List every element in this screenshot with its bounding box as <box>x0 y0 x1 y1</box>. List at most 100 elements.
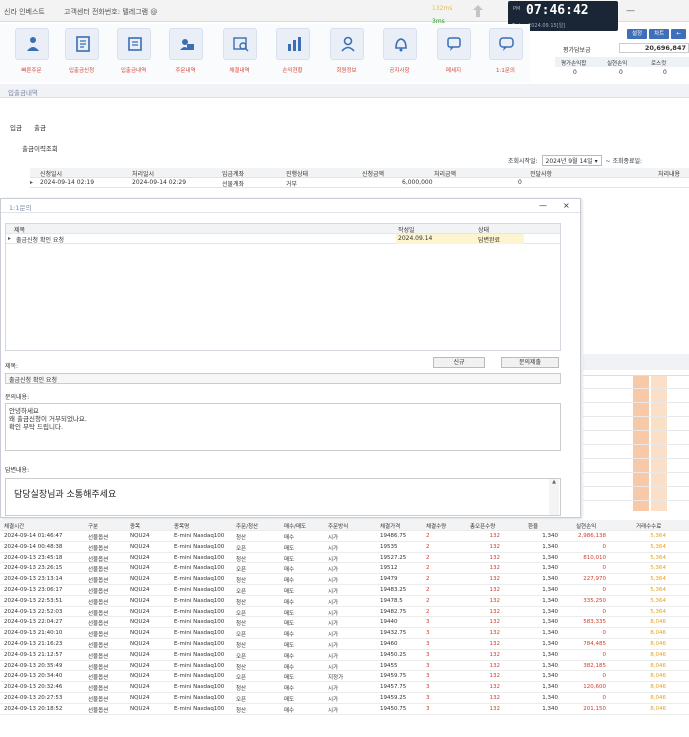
toolbar-label: 입출금신청 <box>68 68 95 74</box>
cell-price: 19460 <box>380 640 398 647</box>
cell-order-type: 시가 <box>328 556 339 563</box>
table-row[interactable]: 2024-09-13 20:32:46 선물옵션 NQU24 E-mini Nasda… <box>0 682 689 693</box>
window-minimize-button[interactable]: — <box>626 6 640 16</box>
cell-open-qty: 132 <box>489 640 501 647</box>
content-textarea[interactable]: 안녕하세요 왜 출금신청이 거부되었나요. 확인 부탁 드립니다. <box>5 403 561 451</box>
toolbar-inquiry[interactable]: 1:1문의 <box>484 28 527 78</box>
cell-fee: 5,364 <box>650 565 666 572</box>
tab-deposit[interactable]: 입금 <box>10 124 22 132</box>
cell-fee: 8,046 <box>650 640 666 647</box>
answer-scrollbar[interactable]: ▲ <box>549 479 559 515</box>
tab-withdraw[interactable]: 출금 <box>34 124 46 132</box>
filter-start-date[interactable]: 2024년 9월 14일 ▾ <box>541 155 602 166</box>
cell-type: 선물옵션 <box>88 664 109 671</box>
settings-button[interactable]: 설정 <box>627 29 648 39</box>
table-row[interactable]: 2024-09-13 21:40:10 선물옵션 NQU24 E-mini Nasda… <box>0 628 689 639</box>
grid-line <box>583 458 689 459</box>
table-row[interactable]: 2024-09-13 23:45:18 선물옵션 NQU24 E-mini Nasda… <box>0 553 689 564</box>
toolbar-pnl-status[interactable]: 손익현황 <box>271 28 314 78</box>
toolbar-deposit-request[interactable]: 입출금신청 <box>60 28 103 78</box>
cell-open-close: 청산 <box>236 664 247 671</box>
table-row[interactable]: 2024-09-13 23:26:15 선물옵션 NQU24 E-mini Nasda… <box>0 563 689 575</box>
table-row[interactable]: ▸ 2024-09-14 02:19 2024-09-14 02:29 선물계좌… <box>30 178 689 188</box>
filter-start-value: 2024년 9월 14일 <box>545 158 593 165</box>
eval-pnl-value: 0 <box>573 69 577 76</box>
toolbar-message[interactable]: 메세지 <box>432 28 475 78</box>
cell-realized-pnl: 382,185 <box>583 662 606 669</box>
submit-inquiry-button[interactable]: 문의제출 <box>501 357 559 368</box>
side-panel-strip <box>583 354 689 370</box>
grid-line <box>583 402 689 403</box>
cell-qty: 2 <box>426 586 430 593</box>
cell-order-type: 시가 <box>328 664 339 671</box>
cell-order-type: 시가 <box>328 535 339 541</box>
cell-time: 2024-09-13 22:04:27 <box>4 619 63 626</box>
table-row[interactable]: 2024-09-13 20:27:53 선물옵션 NQU24 E-mini Nasda… <box>0 693 689 704</box>
table-row[interactable]: 2024-09-13 21:12:57 선물옵션 NQU24 E-mini Nasda… <box>0 650 689 661</box>
losscut-header: 로스컷 <box>651 61 667 67</box>
grid-line <box>583 486 689 487</box>
toolbar-member-info[interactable]: 회원정보 <box>325 28 368 78</box>
cell-time: 2024-09-13 22:53:51 <box>4 597 63 604</box>
cell-symbol: NQU24 <box>130 543 150 550</box>
cell-fx-rate: 1,340 <box>542 684 558 691</box>
cell-type: 선물옵션 <box>88 535 109 541</box>
toolbar-label: 회원정보 <box>336 68 357 74</box>
table-row[interactable]: 2024-09-13 23:06:17 선물옵션 NQU24 E-mini Nasda… <box>0 585 689 596</box>
table-row[interactable]: 2024-09-13 21:16:23 선물옵션 NQU24 E-mini Nasda… <box>0 639 689 650</box>
cell-price: 19486.75 <box>380 533 407 539</box>
table-row[interactable]: 2024-09-13 22:52:03 선물옵션 NQU24 E-mini Nasda… <box>0 607 689 618</box>
inquiry-list: 제목 작성일 상태 ▸ 출금신청 확인 요청 2024.09.14 답변완료 <box>5 223 561 351</box>
dialog-minimize-button[interactable]: — <box>539 201 547 210</box>
table-row[interactable]: ▸ 출금신청 확인 요청 2024.09.14 답변완료 <box>6 234 560 244</box>
toolbar-execution-history[interactable]: 체결내역 <box>218 28 261 78</box>
table-row[interactable]: 2024-09-13 20:35:49 선물옵션 NQU24 E-mini Nasda… <box>0 661 689 672</box>
cell-open-close: 청산 <box>236 686 247 693</box>
content-label: 문의내용: <box>5 394 30 401</box>
cell-realized-pnl: 0 <box>602 694 607 701</box>
cell-realized-pnl: 0 <box>602 565 607 572</box>
new-inquiry-button[interactable]: 신규 <box>433 357 485 368</box>
table-row[interactable]: 2024-09-14 00:48:38 선물옵션 NQU24 E-mini Nasda… <box>0 542 689 553</box>
table-row[interactable]: 2024-09-13 22:04:27 선물옵션 NQU24 E-mini Nasda… <box>0 617 689 629</box>
cell-open-qty: 132 <box>489 543 501 550</box>
cell-type: 선물옵션 <box>88 578 109 585</box>
cell-fee: 8,046 <box>650 684 666 691</box>
cell-open-qty: 132 <box>489 673 501 680</box>
inquiry-titlebar: 1:1문의 — × <box>1 199 580 213</box>
table-row[interactable]: 2024-09-13 20:18:52 선물옵션 NQU24 E-mini Nasda… <box>0 704 689 715</box>
row-pointer-icon: ▸ <box>30 179 34 186</box>
col-status: 진행상태 <box>286 171 309 178</box>
toolbar-deposit-history[interactable]: 입출금내역 <box>112 28 155 78</box>
subject-field[interactable]: 출금신청 확인 요청 <box>5 373 561 384</box>
cell-open-close: 오픈 <box>236 610 247 617</box>
cell-price: 19479 <box>380 576 398 583</box>
cell-type: 선물옵션 <box>88 567 109 574</box>
cell-fee: 5,364 <box>650 533 666 539</box>
cell-symbol: NQU24 <box>130 651 150 658</box>
cell-time: 2024-09-13 20:18:52 <box>4 705 63 712</box>
table-row[interactable]: 2024-09-13 23:13:14 선물옵션 NQU24 E-mini Nasda… <box>0 574 689 585</box>
table-row[interactable]: 2024-09-13 20:34:40 선물옵션 NQU24 E-mini Nasda… <box>0 671 689 683</box>
cell-symbol-name: E-mini Nasdaq100 <box>174 554 225 561</box>
toolbar-label: 체결내역 <box>229 68 250 74</box>
cell-order-type: 시가 <box>328 686 339 693</box>
cell-symbol-name: E-mini Nasdaq100 <box>174 684 225 691</box>
content-line: 안녕하세요 <box>9 407 39 415</box>
back-button[interactable]: ← <box>671 29 686 39</box>
cell-order-type: 시가 <box>328 642 339 649</box>
toolbar-quick-order[interactable]: 빠른주문 <box>10 28 53 78</box>
toolbar-label: 공지사항 <box>389 68 410 74</box>
arrow-up-icon <box>472 4 484 18</box>
cell-type: 선물옵션 <box>88 621 109 628</box>
dialog-close-button[interactable]: × <box>563 201 570 210</box>
cell-fee: 5,364 <box>650 543 666 550</box>
cell-open-close: 오픈 <box>236 632 247 639</box>
toolbar-notice[interactable]: 공지사항 <box>378 28 421 78</box>
toolbar-order-history[interactable]: 주문내역 <box>164 28 207 78</box>
cell-symbol: NQU24 <box>130 565 150 572</box>
table-row[interactable]: 2024-09-13 22:53:51 선물옵션 NQU24 E-mini Nasda… <box>0 596 689 607</box>
table-row[interactable]: 2024-09-14 01:46:47 선물옵션 NQU24 E-mini Nasda… <box>0 531 689 542</box>
cell-order-type: 시가 <box>328 653 339 660</box>
chart-button[interactable]: 차트 <box>649 29 670 39</box>
